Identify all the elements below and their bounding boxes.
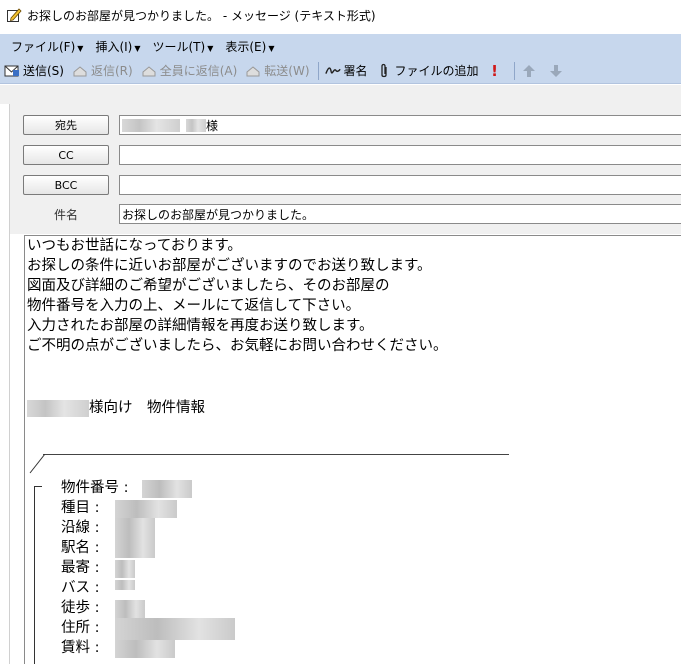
reply-button[interactable]: 返信(R) [72, 62, 133, 79]
compose-icon [6, 7, 22, 23]
redacted-value [115, 640, 175, 658]
redacted-value [115, 600, 145, 618]
arrow-down-icon [548, 63, 564, 79]
chevron-down-icon: ▼ [134, 43, 141, 53]
signature-icon [324, 63, 341, 79]
forward-icon [245, 63, 261, 79]
property-walk: 徒歩 : [61, 600, 100, 616]
recipient-line: 様向け 物件情報 [27, 398, 205, 418]
property-address: 住所 : [61, 620, 100, 636]
signature-button[interactable]: 署名 [324, 62, 368, 79]
redacted-name [27, 399, 89, 417]
redacted-value [115, 618, 235, 640]
cc-button[interactable]: CC [23, 145, 109, 165]
toolbar: 送信(S) 返信(R) 全員に返信(A) 転送(W) 署名 ファイルの追加 ! [0, 58, 681, 84]
property-type: 種目 : [61, 500, 100, 516]
property-bus: バス : [61, 580, 100, 596]
redacted-value [115, 536, 155, 558]
title-bar: お探しのお部屋が見つかりました。 - メッセージ (テキスト形式) [0, 0, 681, 30]
property-rent: 賃料 : [61, 640, 100, 656]
property-line: 沿線 : [61, 520, 100, 536]
importance-flag-button[interactable]: ! [487, 61, 506, 80]
toolbar-separator [513, 61, 515, 80]
window-title: お探しのお部屋が見つかりました。 - メッセージ (テキスト形式) [27, 8, 376, 23]
forward-button[interactable]: 転送(W) [245, 62, 310, 79]
redacted-value [115, 580, 135, 590]
exclamation-icon: ! [491, 61, 498, 80]
attach-file-button[interactable]: ファイルの追加 [376, 62, 479, 79]
redacted-value [115, 518, 155, 536]
body-line: 入力されたお部屋の詳細情報を再度お送り致します。 [27, 318, 374, 334]
bcc-button[interactable]: BCC [23, 175, 109, 195]
body-line: いつもお世話になっております。 [27, 238, 242, 254]
send-button[interactable]: 送信(S) [4, 62, 64, 79]
menu-tools[interactable]: ツール(T) ▼ [148, 36, 219, 57]
body-line: 図面及び詳細のご希望がございましたら、そのお部屋の [27, 278, 390, 294]
menu-view[interactable]: 表示(E) ▼ [220, 36, 279, 57]
redacted-name [122, 118, 180, 132]
body-line: 物件番号を入力の上、メールにて返信して下さい。 [27, 298, 361, 314]
property-nearest: 最寄 : [61, 560, 100, 576]
separator-line [43, 454, 509, 455]
to-button[interactable]: 宛先 [23, 115, 109, 135]
send-icon [4, 63, 20, 79]
reply-all-icon [141, 63, 157, 79]
menu-insert[interactable]: 挿入(I) ▼ [90, 36, 145, 57]
paperclip-icon [376, 63, 392, 79]
redacted-value [142, 480, 192, 498]
chevron-down-icon: ▼ [207, 43, 214, 53]
property-number: 物件番号 : [61, 480, 129, 496]
menu-bar: ファイル(F) ▼ 挿入(I) ▼ ツール(T) ▼ 表示(E) ▼ [0, 34, 681, 58]
redacted-value [115, 500, 177, 518]
corner-line [29, 454, 45, 474]
chevron-down-icon: ▼ [77, 43, 84, 53]
subject-field[interactable]: お探しのお部屋が見つかりました。 [119, 204, 681, 224]
to-field[interactable]: 様 [119, 115, 681, 135]
menu-file[interactable]: ファイル(F) ▼ [6, 36, 88, 57]
redacted-name [186, 118, 206, 132]
body-line: お探しの条件に近いお部屋がございますのでお送り致します。 [27, 258, 432, 274]
body-line: ご不明の点がございましたら、お気軽にお問い合わせください。 [27, 338, 448, 354]
message-body[interactable]: いつもお世話になっております。 お探しの条件に近いお部屋がございますのでお送り致… [24, 235, 681, 664]
message-header: 宛先 様 CC BCC 件名 お探しのお部屋が見つかりました。 [9, 104, 681, 234]
arrow-up-icon [521, 63, 537, 79]
reply-all-button[interactable]: 全員に返信(A) [141, 62, 237, 79]
next-item-button[interactable] [548, 63, 567, 79]
toolbar-separator [317, 61, 319, 80]
previous-item-button[interactable] [521, 63, 540, 79]
property-station: 駅名 : [61, 540, 100, 556]
cc-field[interactable] [119, 145, 681, 165]
toolbar-spacer [0, 85, 681, 104]
subject-label: 件名 [53, 207, 78, 222]
tree-line [34, 486, 35, 664]
redacted-value [115, 560, 135, 578]
window-left-edge [9, 104, 10, 664]
tree-line [34, 486, 42, 487]
reply-icon [72, 63, 88, 79]
bcc-field[interactable] [119, 175, 681, 195]
chevron-down-icon: ▼ [268, 43, 275, 53]
